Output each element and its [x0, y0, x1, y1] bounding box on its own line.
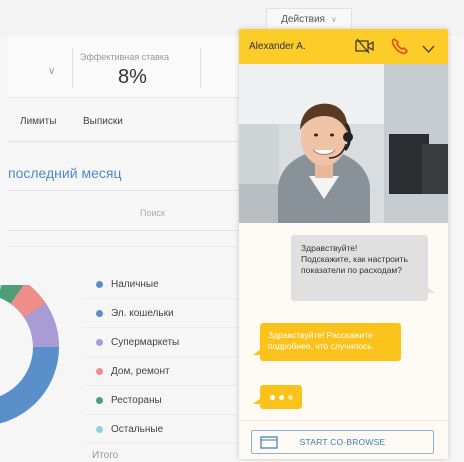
agent-message-line: показатели по расходам?: [301, 265, 402, 275]
chat-header: Alexander A.: [239, 29, 448, 64]
divider: [84, 385, 240, 386]
legend-label: Супермаркеты: [111, 336, 180, 348]
divider: [84, 443, 240, 444]
legend-label: Дом, ремонт: [111, 365, 170, 377]
tab-limits[interactable]: Лимиты: [20, 116, 56, 127]
legend-item: Рестораны: [96, 393, 162, 407]
legend-dot: [96, 367, 103, 375]
chevron-down-icon[interactable]: ∨: [48, 66, 55, 77]
typing-dot: [287, 394, 293, 400]
donut-segment-supermarkets: [23, 302, 59, 348]
phone-icon[interactable]: [391, 38, 409, 60]
typing-dot: [269, 394, 275, 400]
agent-message-bubble: Здравствуйте! Подскажите, как настроить …: [291, 235, 435, 301]
divider: [200, 48, 201, 88]
legend-label: Эл. кошельки: [111, 307, 174, 319]
divider: [8, 190, 240, 191]
total-label: Итого: [92, 450, 119, 461]
agent-message-line: Здравствуйте!: [301, 243, 358, 253]
expenses-donut-chart: [0, 285, 59, 424]
typing-indicator: [253, 385, 302, 409]
effective-rate-value: 8%: [118, 66, 147, 88]
actions-dropdown[interactable]: Действия ∨: [266, 8, 352, 30]
legend-item: Наличные: [96, 277, 159, 291]
effective-rate-label: Эффективная ставка: [80, 52, 170, 62]
chevron-down-icon: ∨: [330, 14, 337, 24]
legend-item: Остальные: [96, 422, 163, 436]
user-message-line: подробнее, что случилось.: [268, 341, 375, 351]
divider: [239, 420, 448, 421]
browser-window-icon: [260, 436, 278, 451]
legend-item: Дом, ремонт: [96, 364, 170, 378]
donut-segment-home: [10, 285, 46, 318]
divider: [84, 298, 240, 299]
start-cobrowse-button[interactable]: START CO-BROWSE: [251, 430, 434, 454]
divider: [8, 246, 240, 247]
legend-dot: [96, 396, 103, 404]
section-title: последний месяц: [8, 165, 122, 181]
legend-item: Эл. кошельки: [96, 306, 174, 320]
start-cobrowse-label: START CO-BROWSE: [299, 437, 386, 447]
legend-label: Остальные: [111, 423, 164, 435]
search-input[interactable]: Поиск: [140, 208, 165, 218]
legend-item: Супермаркеты: [96, 335, 179, 349]
chat-widget: Alexander A. Здравствуйте! Подскажите, к…: [239, 29, 448, 459]
divider: [84, 356, 240, 357]
user-message-line: Здравствуйте! Расскажите: [268, 330, 373, 340]
typing-dot: [278, 394, 284, 400]
divider: [84, 414, 240, 415]
divider: [8, 230, 240, 231]
legend-dot: [96, 309, 103, 317]
legend-dot: [96, 280, 103, 288]
actions-label: Действия: [281, 13, 325, 25]
chevron-down-icon[interactable]: [422, 41, 435, 59]
agent-message-line: Подскажите, как настроить: [301, 254, 408, 264]
legend-label: Наличные: [111, 278, 159, 290]
divider: [84, 327, 240, 328]
donut-segment-restaurants: [0, 285, 24, 304]
legend-dot: [96, 425, 103, 433]
agent-name: Alexander A.: [249, 41, 306, 52]
tab-statements[interactable]: Выписки: [83, 116, 123, 127]
camera-off-icon[interactable]: [355, 38, 375, 59]
legend-label: Рестораны: [111, 394, 162, 406]
user-message-bubble: Здравствуйте! Расскажите подробнее, что …: [253, 323, 401, 361]
legend-dot: [96, 338, 103, 346]
agent-video: [239, 64, 448, 223]
divider: [72, 48, 73, 88]
